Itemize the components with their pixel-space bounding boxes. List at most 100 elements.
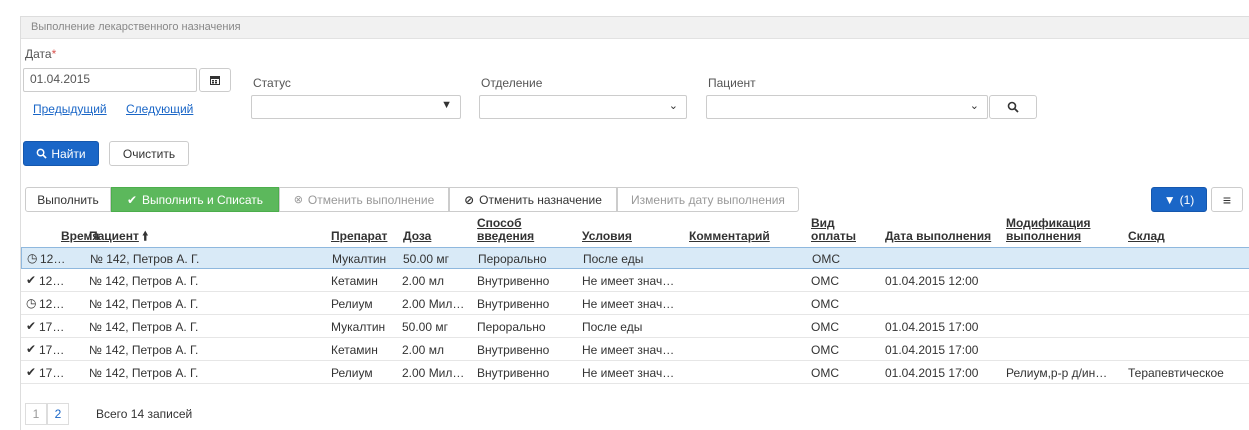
cell-conditions: Не имеет знач… bbox=[582, 274, 675, 288]
chevron-down-icon: ⌄ bbox=[668, 100, 678, 112]
cell-drug: Релиум bbox=[331, 366, 373, 380]
cell-drug: Релиум bbox=[331, 297, 373, 311]
filter-button[interactable]: ▼ (1) bbox=[1151, 187, 1207, 212]
change-date-button[interactable]: Изменить дату выполнения bbox=[617, 187, 799, 212]
cell-time: 12… bbox=[40, 252, 66, 266]
table-row[interactable]: ◷ 12… № 142, Петров А. Г. Релиум 2.00 Мил… Вн… bbox=[21, 293, 1249, 315]
cancel-prescription-button[interactable]: ⊘ Отменить назначение bbox=[449, 187, 617, 212]
cell-warehouse: Терапевтическое bbox=[1128, 366, 1224, 380]
patient-select[interactable]: ⌄ bbox=[706, 95, 988, 119]
cell-patient: № 142, Петров А. Г. bbox=[90, 252, 200, 266]
execute-writeoff-button[interactable]: ✔ Выполнить и Списать bbox=[111, 187, 279, 212]
cell-modification: Релиум,р-р д/ин… bbox=[1006, 366, 1108, 380]
cell-exec-date: 01.04.2015 17:00 bbox=[885, 343, 979, 357]
panel-title: Выполнение лекарственного назначения bbox=[21, 17, 1249, 39]
header-conditions[interactable]: Условия bbox=[582, 230, 632, 243]
clock-icon: ◷ bbox=[26, 296, 37, 310]
header-dose[interactable]: Доза bbox=[403, 230, 431, 243]
department-select[interactable]: ⌄ bbox=[479, 95, 687, 119]
cell-dose: 2.00 мл bbox=[402, 343, 444, 357]
clear-button[interactable]: Очистить bbox=[109, 141, 189, 166]
header-route[interactable]: Способ введения bbox=[477, 217, 534, 243]
cell-dose: 2.00 мл bbox=[402, 274, 444, 288]
cell-time: 17… bbox=[39, 320, 65, 334]
header-exec-date[interactable]: Дата выполнения bbox=[885, 230, 991, 243]
department-label: Отделение bbox=[481, 76, 543, 90]
next-day-link[interactable]: Следующий bbox=[126, 102, 193, 116]
cell-exec-date: 01.04.2015 17:00 bbox=[885, 320, 979, 334]
cell-payment: ОМС bbox=[812, 252, 840, 266]
cell-exec-date: 01.04.2015 12:00 bbox=[885, 274, 979, 288]
patient-search-button[interactable] bbox=[989, 95, 1037, 119]
cancel-execution-button[interactable]: ⊗ Отменить выполнение bbox=[279, 187, 449, 212]
cell-route: Внутривенно bbox=[477, 297, 550, 311]
cell-dose: 50.00 мг bbox=[402, 320, 448, 334]
date-label: Дата* bbox=[25, 47, 57, 61]
cell-payment: ОМС bbox=[811, 297, 839, 311]
search-icon bbox=[1007, 101, 1019, 113]
cell-drug: Мукалтин bbox=[331, 320, 386, 334]
cell-payment: ОМС bbox=[811, 343, 839, 357]
cell-dose: 50.00 мг bbox=[403, 252, 449, 266]
check-icon: ✔ bbox=[26, 365, 37, 379]
cell-exec-date: 01.04.2015 17:00 bbox=[885, 366, 979, 380]
cell-route: Внутривенно bbox=[477, 343, 550, 357]
header-modification[interactable]: Модификация выполнения bbox=[1006, 217, 1090, 243]
status-select[interactable]: ▼ bbox=[251, 95, 461, 119]
cell-route: Внутривенно bbox=[477, 274, 550, 288]
cell-time: 12… bbox=[39, 274, 65, 288]
cell-drug: Кетамин bbox=[331, 343, 378, 357]
chevron-down-icon: ⌄ bbox=[969, 100, 979, 112]
table-row[interactable]: ✔ 12… № 142, Петров А. Г. Кетамин 2.00 мл Вну… bbox=[21, 270, 1249, 292]
page-2-button[interactable]: 2 bbox=[47, 403, 69, 425]
cancel-circle-icon: ⊗ bbox=[293, 194, 303, 206]
cell-conditions: Не имеет знач… bbox=[582, 366, 675, 380]
search-icon bbox=[37, 148, 48, 159]
cell-time: 17… bbox=[39, 366, 65, 380]
find-button[interactable]: Найти bbox=[23, 141, 99, 166]
calendar-button[interactable] bbox=[199, 68, 231, 92]
check-icon: ✔ bbox=[26, 319, 37, 333]
table-row[interactable]: ✔ 17… № 142, Петров А. Г. Мукалтин 50.00 мг П… bbox=[21, 316, 1249, 338]
cell-conditions: После еды bbox=[582, 320, 643, 334]
cell-patient: № 142, Петров А. Г. bbox=[89, 297, 199, 311]
date-input[interactable]: 01.04.2015 bbox=[23, 68, 197, 92]
cell-patient: № 142, Петров А. Г. bbox=[89, 274, 199, 288]
cell-payment: ОМС bbox=[811, 320, 839, 334]
filter-icon: ▼ bbox=[1163, 192, 1176, 207]
status-label: Статус bbox=[253, 76, 291, 90]
cell-drug: Мукалтин bbox=[332, 252, 387, 266]
page-1-button[interactable]: 1 bbox=[25, 403, 47, 425]
table-row[interactable]: ◷ 12… № 142, Петров А. Г. Мукалтин 50.00 мг П… bbox=[21, 247, 1249, 269]
cell-route: Перорально bbox=[478, 252, 547, 266]
header-patient[interactable]: Пациент 🠙 bbox=[89, 230, 148, 243]
cell-dose: 2.00 Мил… bbox=[402, 366, 465, 380]
previous-day-link[interactable]: Предыдущий bbox=[33, 102, 107, 116]
table-row[interactable]: ✔ 17… № 142, Петров А. Г. Кетамин 2.00 мл Вну… bbox=[21, 339, 1249, 361]
header-drug[interactable]: Препарат bbox=[331, 230, 387, 243]
clock-icon: ◷ bbox=[27, 251, 38, 265]
menu-icon: ≡ bbox=[1222, 191, 1232, 208]
calendar-icon bbox=[210, 76, 220, 85]
columns-menu-button[interactable]: ≡ bbox=[1211, 187, 1243, 212]
patient-label: Пациент bbox=[708, 76, 756, 90]
check-icon: ✔ bbox=[26, 342, 37, 356]
required-marker: * bbox=[51, 47, 57, 61]
check-icon: ✔ bbox=[26, 273, 37, 287]
cell-time: 17… bbox=[39, 343, 65, 357]
cell-route: Внутривенно bbox=[477, 366, 550, 380]
header-payment[interactable]: Вид оплаты bbox=[811, 217, 856, 243]
cell-conditions: После еды bbox=[583, 252, 644, 266]
cell-patient: № 142, Петров А. Г. bbox=[89, 366, 199, 380]
cell-route: Перорально bbox=[477, 320, 546, 334]
header-comment[interactable]: Комментарий bbox=[689, 230, 770, 243]
header-warehouse[interactable]: Склад bbox=[1128, 230, 1165, 243]
cell-drug: Кетамин bbox=[331, 274, 378, 288]
cell-conditions: Не имеет знач… bbox=[582, 343, 675, 357]
cell-patient: № 142, Петров А. Г. bbox=[89, 343, 199, 357]
cell-time: 12… bbox=[39, 297, 65, 311]
table-row[interactable]: ✔ 17… № 142, Петров А. Г. Релиум 2.00 Мил… Вн… bbox=[21, 362, 1249, 384]
execute-button[interactable]: Выполнить bbox=[25, 187, 111, 212]
sort-up-icon: 🠙 bbox=[142, 229, 149, 243]
cell-dose: 2.00 Мил… bbox=[402, 297, 465, 311]
